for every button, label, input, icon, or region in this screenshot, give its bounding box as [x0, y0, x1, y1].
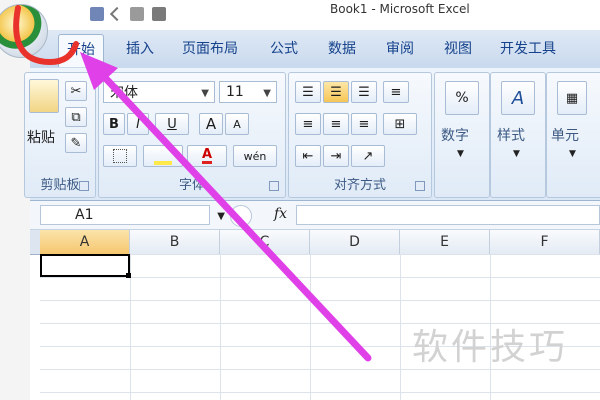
preview-icon[interactable]	[152, 7, 166, 21]
tab-home[interactable]: 开始	[58, 34, 104, 67]
cells-group: ▦ 单元 ▼	[546, 72, 600, 198]
column-header-e[interactable]: E	[400, 230, 490, 254]
chevron-down-icon: ▼	[201, 88, 209, 99]
worksheet-grid[interactable]: A B C D E F	[30, 230, 600, 400]
chevron-down-icon: ▼	[263, 88, 271, 99]
tab-data[interactable]: 数据	[328, 38, 356, 58]
zoom-circle-icon[interactable]	[230, 205, 252, 227]
column-header-b[interactable]: B	[130, 230, 220, 254]
decrease-indent-icon[interactable]: ⇤	[295, 145, 321, 167]
phonetic-button[interactable]: wén	[233, 145, 277, 167]
font-name-dropdown[interactable]: 宋体 ▼	[103, 81, 215, 103]
borders-button[interactable]	[103, 145, 137, 167]
copy-icon[interactable]: ⧉	[65, 107, 87, 127]
borders-icon	[113, 149, 127, 163]
name-box-value: A1	[75, 207, 94, 223]
ribbon-tab-row: 开始 插入 页面布局 公式 数据 审阅 视图 开发工具	[30, 30, 600, 69]
paste-button-label[interactable]: 粘贴	[27, 127, 55, 147]
chevron-down-icon: ▼	[513, 149, 520, 159]
grid-line	[400, 254, 401, 400]
column-header-c[interactable]: C	[220, 230, 310, 254]
cells-group-label[interactable]: 单元	[551, 125, 579, 145]
fill-color-icon	[154, 147, 172, 165]
grow-font-button[interactable]: A	[199, 113, 223, 135]
column-header-f[interactable]: F	[490, 230, 600, 254]
save-icon[interactable]	[90, 7, 104, 21]
chevron-down-icon: ▼	[457, 149, 464, 159]
tab-review[interactable]: 审阅	[386, 38, 414, 58]
undo-icon[interactable]	[109, 6, 125, 22]
orientation-icon[interactable]: ↗	[351, 145, 385, 167]
styles-icon[interactable]: A	[501, 81, 535, 115]
column-header-d[interactable]: D	[310, 230, 400, 254]
grid-line	[220, 254, 221, 400]
ribbon: 粘贴 ✂ ⧉ ✎ 剪贴板 宋体 ▼ 11 ▼ B I U A A A wén 字…	[24, 68, 600, 201]
tab-insert[interactable]: 插入	[126, 38, 154, 58]
styles-group: A 样式 ▼	[490, 72, 546, 198]
alignment-group-label: 对齐方式	[333, 178, 386, 193]
chevron-down-icon: ▼	[569, 149, 576, 159]
font-group: 宋体 ▼ 11 ▼ B I U A A A wén 字体	[98, 72, 286, 198]
title-bar: Book1 - Microsoft Excel	[30, 0, 600, 30]
column-headers: A B C D E F	[30, 230, 600, 255]
number-group: % 数字 ▼	[434, 72, 490, 198]
insert-function-icon[interactable]: fx	[274, 206, 287, 222]
percent-button[interactable]: %	[445, 81, 479, 115]
increase-indent-icon[interactable]: ⇥	[323, 145, 349, 167]
tab-developer[interactable]: 开发工具	[500, 38, 556, 58]
align-left-icon[interactable]: ≡	[295, 113, 321, 135]
tab-formulas[interactable]: 公式	[270, 38, 298, 58]
font-size-value: 11	[226, 84, 244, 100]
name-box[interactable]: A1 ▼	[40, 205, 225, 225]
cut-icon[interactable]: ✂	[65, 81, 87, 101]
alignment-launcher-icon[interactable]	[415, 181, 425, 191]
format-painter-icon[interactable]: ✎	[65, 133, 87, 153]
chevron-down-icon[interactable]: ▼	[217, 208, 225, 226]
clipboard-launcher-icon[interactable]	[79, 181, 89, 191]
cells-icon[interactable]: ▦	[557, 81, 587, 115]
paste-icon[interactable]	[29, 79, 59, 113]
alignment-group: ☰ ☰ ☰ ≡ ≡ ≡ ≡ ⊞ ⇤ ⇥ ↗ 对齐方式	[288, 72, 432, 198]
font-size-dropdown[interactable]: 11 ▼	[219, 81, 277, 103]
font-name-value: 宋体	[110, 85, 138, 101]
number-group-label[interactable]: 数字	[441, 125, 469, 145]
left-edge	[0, 0, 31, 400]
wrap-text-icon[interactable]: ≡	[383, 81, 409, 103]
italic-button[interactable]: I	[127, 113, 149, 135]
formula-input[interactable]	[296, 205, 600, 225]
font-launcher-icon[interactable]	[269, 181, 279, 191]
align-bottom-icon[interactable]: ☰	[351, 81, 377, 103]
underline-button[interactable]: U	[155, 113, 189, 135]
phonetic-label: wén	[243, 149, 267, 163]
align-center-icon[interactable]: ≡	[323, 113, 349, 135]
watermark: 软件技巧	[412, 327, 569, 368]
grid-line	[310, 254, 311, 400]
tab-page-layout[interactable]: 页面布局	[182, 38, 238, 58]
styles-group-label[interactable]: 样式	[497, 125, 525, 145]
align-top-icon[interactable]: ☰	[295, 81, 321, 103]
shrink-font-button[interactable]: A	[225, 113, 249, 135]
font-color-icon: A	[201, 146, 213, 164]
fill-color-button[interactable]	[143, 145, 183, 167]
quick-access-toolbar	[90, 3, 166, 25]
fill-handle[interactable]	[126, 273, 131, 278]
active-cell[interactable]	[40, 254, 130, 277]
window-title: Book1 - Microsoft Excel	[330, 2, 470, 16]
formula-bar: A1 ▼ fx	[30, 201, 600, 230]
merge-center-icon[interactable]: ⊞	[383, 113, 417, 135]
tab-view[interactable]: 视图	[444, 38, 472, 58]
font-color-button[interactable]: A	[187, 145, 227, 167]
align-middle-icon[interactable]: ☰	[323, 81, 349, 103]
bold-button[interactable]: B	[103, 113, 125, 135]
column-header-a[interactable]: A	[40, 230, 130, 254]
excel-window: Book1 - Microsoft Excel 开始 插入 页面布局 公式 数据…	[0, 0, 600, 400]
print-icon[interactable]	[130, 7, 144, 21]
font-group-label: 字体	[178, 178, 205, 193]
align-right-icon[interactable]: ≡	[351, 113, 377, 135]
clipboard-group: 粘贴 ✂ ⧉ ✎ 剪贴板	[24, 72, 96, 198]
